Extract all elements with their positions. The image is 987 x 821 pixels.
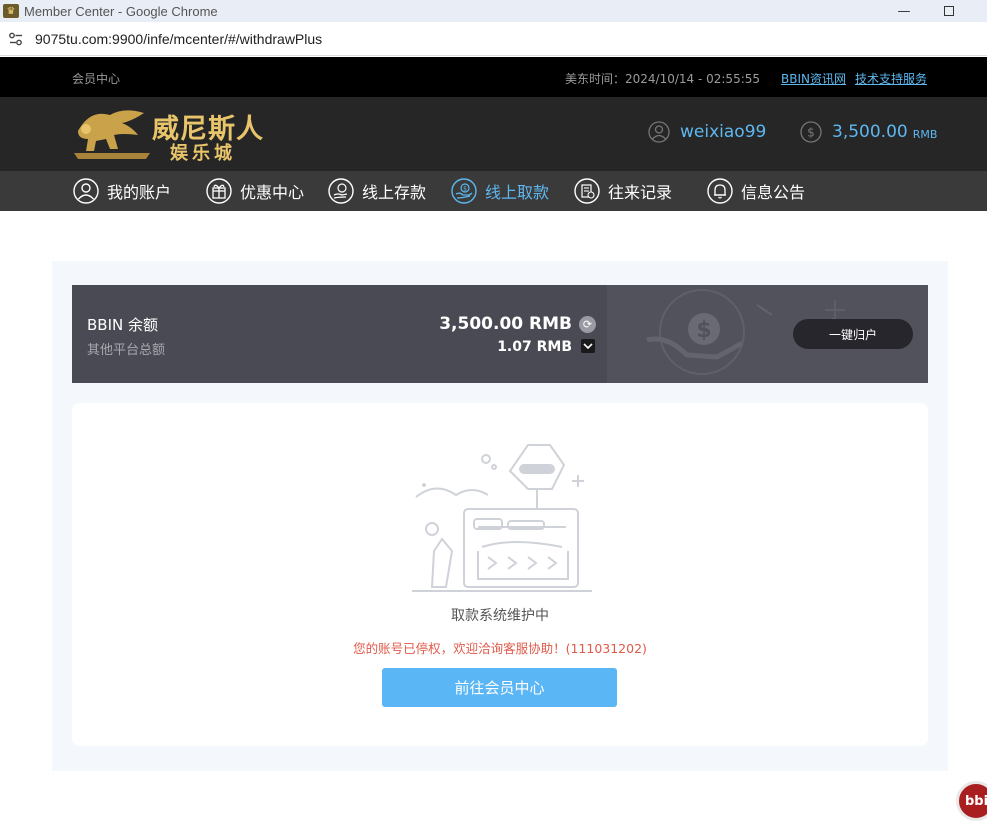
svg-text:$: $ [807,126,815,140]
site-settings-icon[interactable] [8,31,24,47]
collect-all-button[interactable]: 一键归户 [793,319,913,349]
minimize-icon[interactable]: — [881,0,927,22]
user-icon [73,178,99,204]
logo-text-sub: 娱乐城 [170,143,236,164]
nav-deposit[interactable]: 线上存款 [328,178,426,204]
nav-label: 优惠中心 [240,183,305,202]
go-member-center-button[interactable]: 前往会员中心 [382,668,617,707]
deposit-icon [328,178,354,204]
nav-announcements[interactable]: 信息公告 [707,178,805,204]
username: weixiao99 [680,122,767,142]
balance-bar: $ BBIN 余额 其他平台总额 3,500.00 RMB 1.07 RMB ⟳… [72,285,928,383]
withdraw-icon: $ [451,178,477,204]
other-platform-total-value: 1.07 RMB [497,339,572,355]
nav-transaction-records[interactable]: 往来记录 [574,178,672,204]
record-icon [574,178,600,204]
header-balance-currency: RMB [912,127,938,141]
user-info[interactable]: weixiao99 [648,121,766,143]
withdraw-maintenance-message: 取款系统维护中 [451,608,549,624]
browser-titlebar: ♛ Member Center - Google Chrome — [0,0,987,22]
chevron-down-icon[interactable] [581,339,595,353]
nav-label: 信息公告 [741,183,806,202]
maximize-icon[interactable] [926,0,972,22]
member-center-label[interactable]: 会员中心 [72,70,120,87]
nav-my-account[interactable]: 我的账户 [73,178,171,204]
winged-lion-icon [74,110,150,159]
svg-text:$: $ [463,186,467,193]
nav-label: 我的账户 [107,183,172,202]
url-text[interactable]: 9075tu.com:9900/infe/mcenter/#/withdrawP… [35,31,322,47]
gift-icon [206,178,232,204]
bbin-news-link[interactable]: BBIN资讯网 [781,70,846,87]
refresh-icon[interactable]: ⟳ [579,316,596,333]
dollar-coin-icon: $ [800,121,822,143]
bell-icon [707,178,733,204]
header-balance-amount: 3,500.00 [832,122,908,142]
account-suspended-error: 您的账号已停权，欢迎洽询客服协助！(111031202) [353,641,647,656]
tech-support-link[interactable]: 技术支持服务 [855,70,927,87]
bbin-balance-value: 3,500.00 RMB [439,314,572,334]
svg-text:$: $ [696,318,711,343]
nav-withdraw[interactable]: $ 线上取款 [451,178,549,204]
nav-label: 线上取款 [485,183,550,202]
main-nav: 我的账户 优惠中心 线上存款 $ 线上取款 往来记录 信息公告 [0,171,987,211]
nav-label: 往来记录 [608,183,673,202]
window-title: Member Center - Google Chrome [24,3,218,19]
top-info-bar: 会员中心 美东时间：2024/10/14 - 02:55:55 BBIN资讯网 … [0,57,987,97]
user-avatar-icon [648,121,670,143]
bbin-float-badge[interactable]: bbin [956,781,987,821]
other-platform-total-label: 其他平台总额 [87,343,166,358]
nav-promotions[interactable]: 优惠中心 [206,178,304,204]
header-balance: $ 3,500.00 RMB [800,121,937,143]
site-header: 威尼斯人 娱乐城 weixiao99 $ 3,500.00 RMB [0,97,987,171]
eastern-time-label: 美东时间：2024/10/14 - 02:55:55 [565,72,761,86]
site-favicon-icon: ♛ [3,4,19,18]
bbin-balance-title: BBIN 余额 [87,316,158,334]
notice-card: 取款系统维护中 您的账号已停权，欢迎洽询客服协助！(111031202) 前往会… [72,403,928,746]
maintenance-illustration-icon [412,444,592,592]
venetian-logo[interactable]: 威尼斯人 娱乐城 [72,105,272,164]
nav-label: 线上存款 [362,183,427,202]
address-bar[interactable]: 9075tu.com:9900/infe/mcenter/#/withdrawP… [0,22,987,56]
